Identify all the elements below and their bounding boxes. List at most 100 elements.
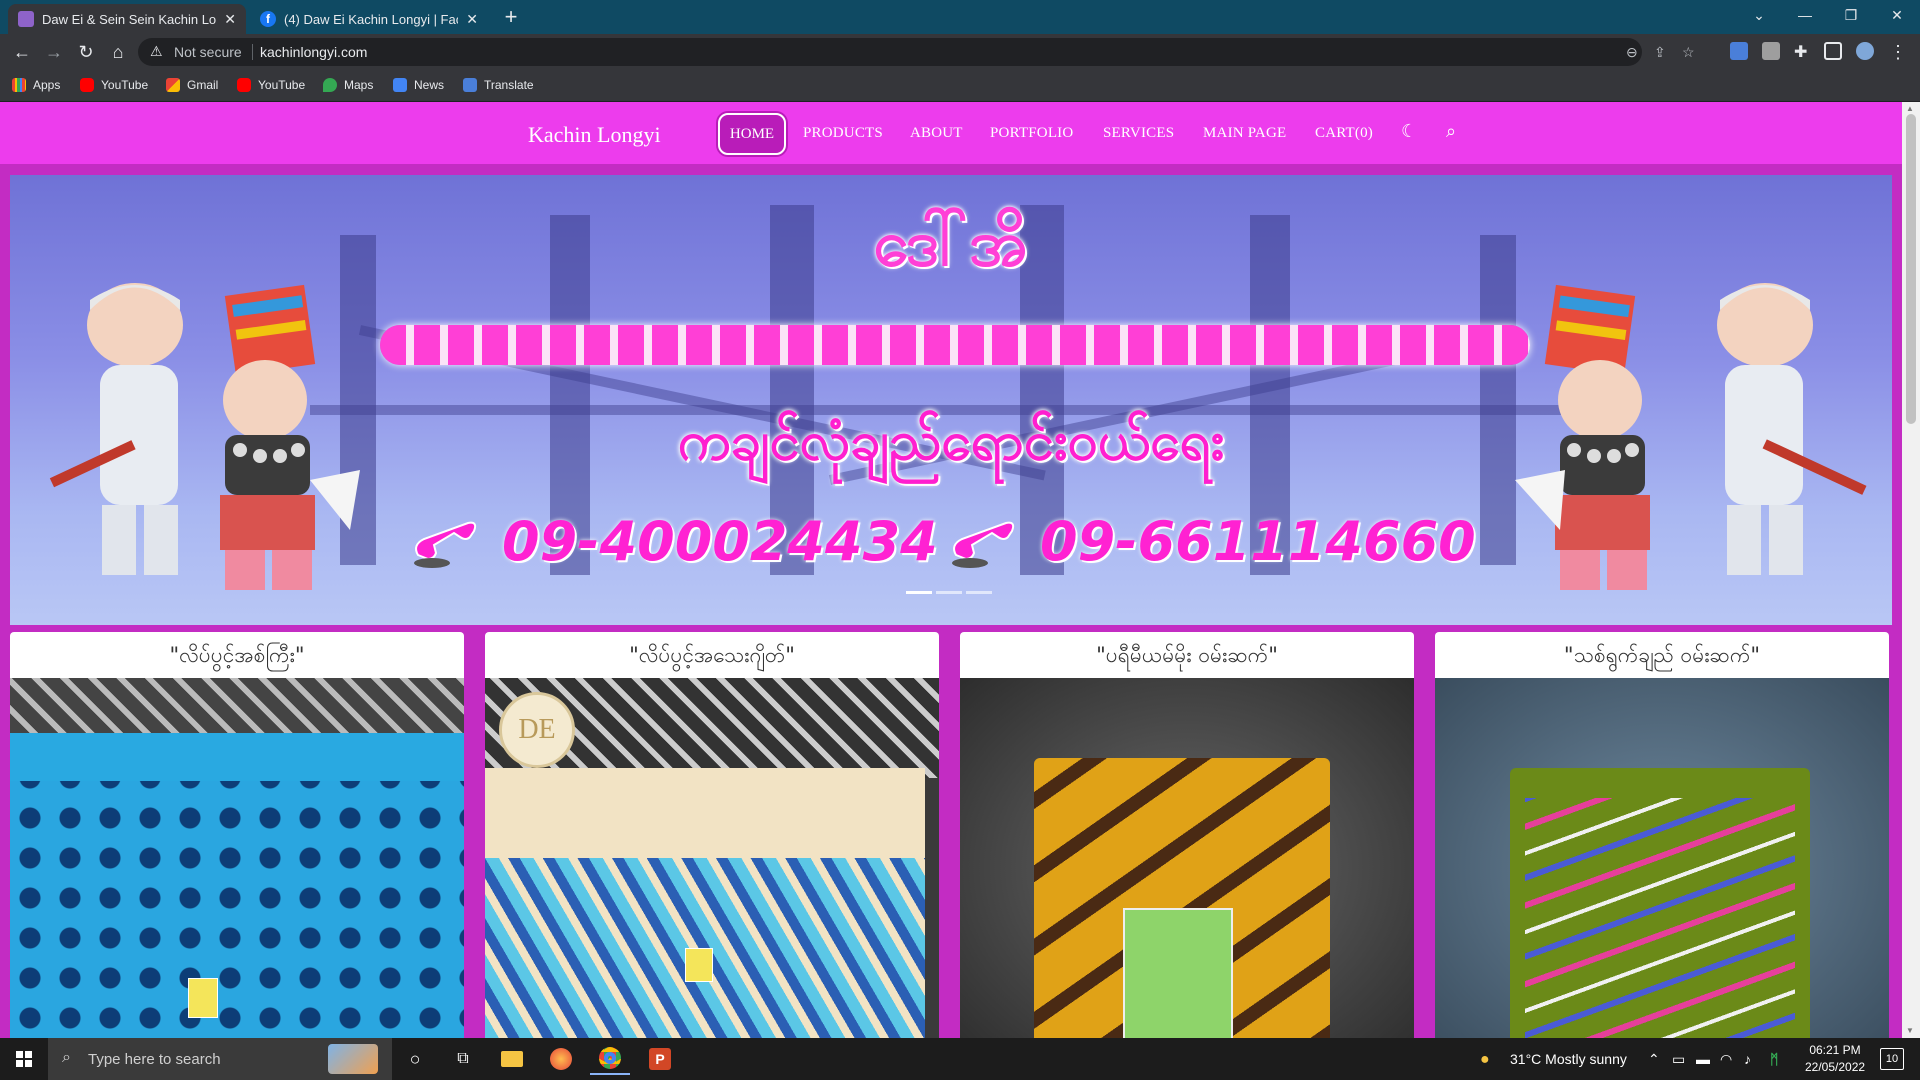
task-view-icon[interactable]: ⧉ xyxy=(443,1043,483,1075)
carousel-indicator-1[interactable] xyxy=(906,591,932,594)
scroll-up-icon[interactable]: ▲ xyxy=(1906,104,1914,113)
menu-icon[interactable]: ⋮ xyxy=(1886,40,1910,64)
bookmark-youtube-2[interactable]: YouTube xyxy=(237,78,305,92)
home-icon[interactable]: ⌂ xyxy=(106,40,130,64)
puzzle-icon[interactable]: ✚ xyxy=(1794,42,1812,61)
tab-kachin-longyi[interactable]: Daw Ei & Sein Sein Kachin Longyi ✕ xyxy=(8,4,246,34)
security-label: Not secure xyxy=(174,44,242,60)
product-card[interactable]: "သစ်ရွက်ချည် ဝမ်းဆက်" xyxy=(1435,632,1889,1038)
bookmark-gmail[interactable]: Gmail xyxy=(166,78,218,92)
product-title[interactable]: "လိပ်ပွင့်အစ်ကြီး" xyxy=(10,632,464,678)
search-placeholder: Type here to search xyxy=(88,1051,221,1068)
maps-pin-icon xyxy=(323,78,337,92)
file-explorer-icon[interactable] xyxy=(492,1043,532,1075)
nav-services[interactable]: SERVICES xyxy=(1103,125,1174,142)
nav-home[interactable]: HOME xyxy=(718,113,786,155)
windows-taskbar: ⌕ Type here to search ○ ⧉ P ● 31°C Mostl… xyxy=(0,1038,1920,1080)
banner-phone-2: 09-661114660 xyxy=(1040,510,1476,573)
product-image[interactable]: DE xyxy=(485,678,939,1038)
new-tab-button[interactable]: + xyxy=(498,4,524,30)
windows-start-icon[interactable] xyxy=(0,1038,48,1080)
fur-rug-background xyxy=(10,678,464,733)
nav-about[interactable]: ABOUT xyxy=(910,125,963,142)
tab-search-icon[interactable]: ⌄ xyxy=(1736,0,1782,30)
nav-products[interactable]: PRODUCTS xyxy=(803,125,883,142)
product-tag xyxy=(685,948,713,982)
news-icon xyxy=(393,78,407,92)
fabric-pattern xyxy=(1525,798,1795,1038)
scrollbar-thumb[interactable] xyxy=(1906,114,1916,424)
bookmark-label: Maps xyxy=(344,78,374,92)
avatar[interactable] xyxy=(1856,42,1874,60)
product-title[interactable]: "ပရီမီယမ်မိုး ဝမ်းဆက်" xyxy=(960,632,1414,678)
language-icon[interactable]: ᛗ xyxy=(1770,1051,1778,1067)
share-icon[interactable]: ⇪ xyxy=(1654,44,1666,61)
carousel-indicator-2[interactable] xyxy=(936,591,962,594)
product-image[interactable] xyxy=(960,678,1414,1038)
tab-facebook[interactable]: f (4) Daw Ei Kachin Longyi | Facebook ✕ xyxy=(250,4,488,34)
clock-time[interactable]: 06:21 PM xyxy=(1805,1043,1865,1057)
battery-icon[interactable]: ▬ xyxy=(1696,1051,1710,1067)
extension-icon[interactable] xyxy=(1762,42,1780,60)
weather-text[interactable]: 31°C Mostly sunny xyxy=(1510,1051,1627,1067)
notification-center-icon[interactable]: 10 xyxy=(1880,1048,1904,1070)
search-icon[interactable]: ⌕ xyxy=(1446,121,1456,142)
product-image[interactable] xyxy=(1435,678,1889,1038)
url-text[interactable]: kachinlongyi.com xyxy=(260,44,367,60)
carousel-indicator-3[interactable] xyxy=(966,591,992,594)
product-label xyxy=(1123,908,1233,1038)
close-window-button[interactable]: ✕ xyxy=(1874,0,1920,30)
bookmark-label: Gmail xyxy=(187,78,219,92)
bookmark-youtube[interactable]: YouTube xyxy=(80,78,148,92)
tab-title: (4) Daw Ei Kachin Longyi | Facebook xyxy=(284,11,458,27)
translate-extension-icon[interactable] xyxy=(1730,42,1748,60)
wifi-icon[interactable]: ◠ xyxy=(1720,1051,1732,1068)
divider xyxy=(252,44,253,60)
bookmark-maps[interactable]: Maps xyxy=(323,78,373,92)
product-image[interactable] xyxy=(10,678,464,1038)
scroll-down-icon[interactable]: ▼ xyxy=(1906,1026,1914,1035)
youtube-icon xyxy=(237,78,251,92)
browser-toolbar: ← → ↻ ⌂ ⚠ Not secure kachinlongyi.com ⊖ … xyxy=(0,34,1920,70)
product-card[interactable]: "ပရီမီယမ်မိုး ဝမ်းဆက်" xyxy=(960,632,1414,1038)
bookmark-news[interactable]: News xyxy=(393,78,444,92)
zoom-icon[interactable]: ⊖ xyxy=(1626,44,1638,61)
minimize-button[interactable]: — xyxy=(1782,0,1828,30)
restore-button[interactable]: ❐ xyxy=(1828,0,1874,30)
hero-carousel[interactable]: ဒေါ်အိ ကချင်လုံချည်ရောင်းဝယ်ရေး 09-40002… xyxy=(10,175,1892,625)
volume-icon[interactable]: ♪ xyxy=(1744,1051,1751,1067)
product-tag xyxy=(188,978,218,1018)
page-scrollbar[interactable]: ▲ ▼ xyxy=(1902,102,1920,1038)
bookmark-apps[interactable]: Apps xyxy=(12,78,60,92)
close-icon[interactable]: ✕ xyxy=(224,11,236,28)
firefox-icon[interactable] xyxy=(541,1043,581,1075)
bookmark-translate[interactable]: Translate xyxy=(463,78,534,92)
nav-cart[interactable]: CART(0) xyxy=(1315,125,1373,142)
product-card[interactable]: "လိပ်ပွင့်အစ်ကြီး" xyxy=(10,632,464,1038)
bookmark-star-icon[interactable]: ☆ xyxy=(1682,44,1695,61)
product-card[interactable]: "လိပ်ပွင့်အသေးဂျိတ်" DE xyxy=(485,632,939,1038)
show-hidden-icons-icon[interactable]: ⌃ xyxy=(1648,1051,1660,1068)
reload-icon[interactable]: ↻ xyxy=(74,40,98,64)
powerpoint-icon[interactable]: P xyxy=(640,1043,680,1075)
fabric-border xyxy=(10,733,464,781)
meet-now-icon[interactable]: ▭ xyxy=(1672,1051,1685,1068)
weather-icon[interactable]: ● xyxy=(1480,1051,1490,1069)
site-brand[interactable]: Kachin Longyi xyxy=(528,122,661,148)
bookmark-label: News xyxy=(414,78,445,92)
dark-mode-moon-icon[interactable]: ☾ xyxy=(1401,121,1417,142)
nav-portfolio[interactable]: PORTFOLIO xyxy=(990,125,1073,142)
address-bar[interactable]: ⚠ Not secure kachinlongyi.com ⊖ ⇪ ☆ xyxy=(138,38,1695,66)
clock-date[interactable]: 22/05/2022 xyxy=(1805,1060,1865,1074)
back-icon[interactable]: ← xyxy=(10,40,34,64)
forward-icon[interactable]: → xyxy=(42,40,66,64)
side-panel-icon[interactable] xyxy=(1824,42,1842,60)
product-title[interactable]: "လိပ်ပွင့်အသေးဂျိတ်" xyxy=(485,632,939,678)
close-icon[interactable]: ✕ xyxy=(466,11,478,28)
cortana-icon[interactable]: ○ xyxy=(395,1043,435,1075)
product-title[interactable]: "သစ်ရွက်ချည် ဝမ်းဆက်" xyxy=(1435,632,1889,678)
nav-main-page[interactable]: MAIN PAGE xyxy=(1203,125,1286,142)
web-page: Kachin Longyi HOME PRODUCTS ABOUT PORTFO… xyxy=(0,102,1902,1038)
chrome-icon[interactable] xyxy=(590,1043,630,1075)
taskbar-search-input[interactable]: ⌕ Type here to search xyxy=(48,1038,392,1080)
